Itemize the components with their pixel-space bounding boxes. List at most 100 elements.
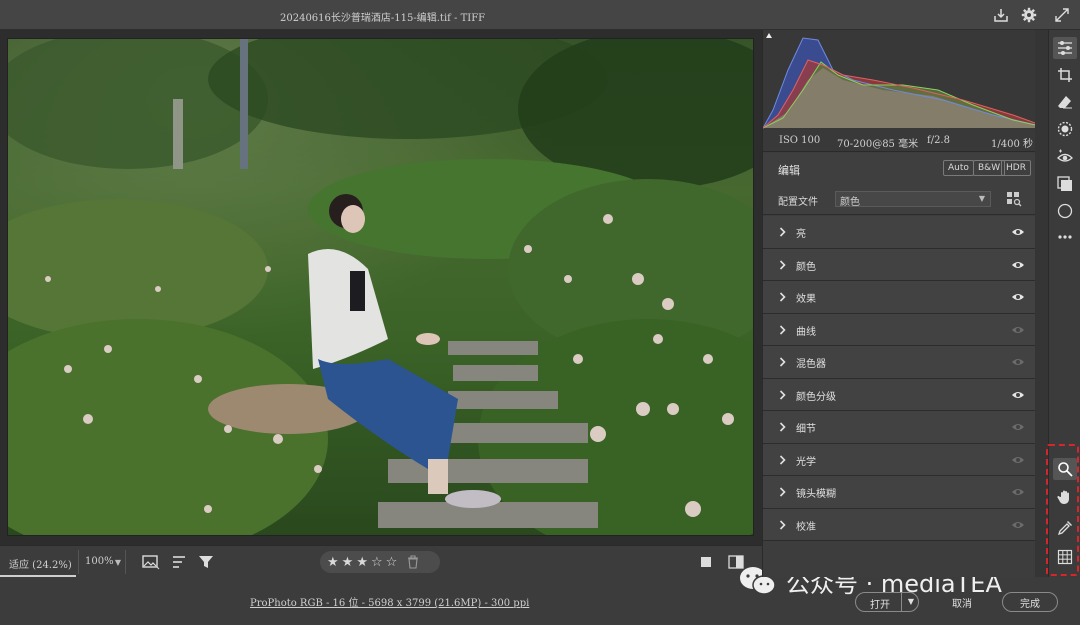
filter-icon[interactable] <box>198 554 214 570</box>
chevron-right-icon[interactable] <box>779 422 787 432</box>
section-label: 校准 <box>796 521 816 533</box>
image-canvas[interactable] <box>0 30 762 545</box>
section-label: 光学 <box>796 456 816 468</box>
remove-tool[interactable] <box>1056 93 1074 111</box>
crop-icon <box>1058 68 1072 82</box>
more-icon <box>1058 235 1072 239</box>
profile-label: 配置文件 <box>778 197 818 208</box>
chevron-down-icon: ▼ <box>114 558 121 567</box>
photo-preview[interactable] <box>7 38 754 536</box>
chevron-down-icon[interactable]: ▼ <box>908 597 914 606</box>
section-row[interactable]: 亮 <box>763 216 1035 249</box>
profile-browser-icon[interactable] <box>1006 191 1022 207</box>
masking-tool[interactable] <box>1056 120 1074 138</box>
eye-icon[interactable] <box>1011 520 1025 530</box>
redeye-tool[interactable] <box>1056 148 1074 166</box>
sort-icon[interactable] <box>172 554 188 570</box>
expand-icon[interactable] <box>1053 6 1071 24</box>
crop-tool[interactable] <box>1056 66 1074 84</box>
section-row[interactable]: 镜头模糊 <box>763 476 1035 509</box>
highlight-box <box>1046 444 1079 576</box>
presets-icon <box>1057 176 1072 191</box>
auto-button[interactable]: Auto <box>943 160 974 176</box>
eye-icon[interactable] <box>1011 422 1025 432</box>
eye-icon[interactable] <box>1011 487 1025 497</box>
chevron-down-icon: ▼ <box>978 194 985 203</box>
profile-value: 颜色 <box>840 197 860 208</box>
section-row[interactable]: 颜色分级 <box>763 378 1035 411</box>
zoom-select[interactable]: 100% ▼ <box>78 550 126 574</box>
star-1[interactable]: ★ <box>327 556 339 569</box>
section-row[interactable]: 效果 <box>763 281 1035 314</box>
profile-select[interactable]: 颜色 ▼ <box>835 191 991 208</box>
chevron-right-icon[interactable] <box>779 357 787 367</box>
presets-tool[interactable] <box>1056 175 1074 193</box>
open-button[interactable]: 打开 ▼ <box>855 592 919 612</box>
section-row[interactable]: 曲线 <box>763 313 1035 346</box>
fit-view-button[interactable]: 适应 (24.2%) <box>9 556 72 571</box>
edit-title: 编辑 <box>778 164 800 177</box>
chevron-right-icon[interactable] <box>779 324 787 335</box>
star-4[interactable]: ☆ <box>371 556 383 569</box>
eye-icon[interactable] <box>1011 390 1025 400</box>
section-row[interactable]: 光学 <box>763 443 1035 476</box>
iso-value: ISO 100 <box>779 135 821 146</box>
eye-icon[interactable] <box>1011 325 1025 335</box>
star-5[interactable]: ☆ <box>386 556 398 569</box>
aperture-value: f/2.8 <box>927 135 950 146</box>
eye-icon[interactable] <box>1011 357 1025 367</box>
single-view-icon[interactable] <box>698 554 714 570</box>
edit-panel: ISO 100 70-200@85 毫米 f/2.8 1/400 秒 编辑 Au… <box>762 30 1050 577</box>
eraser-icon <box>1058 96 1072 109</box>
chevron-right-icon[interactable] <box>779 259 787 270</box>
image-view-icon[interactable] <box>142 554 160 570</box>
redeye-icon <box>1057 149 1073 162</box>
section-label: 颜色分级 <box>796 391 836 403</box>
section-label: 亮 <box>796 229 806 240</box>
exif-bar: ISO 100 70-200@85 毫米 f/2.8 1/400 秒 <box>763 130 1049 152</box>
section-label: 曲线 <box>796 326 816 338</box>
workflow-options-link[interactable]: ProPhoto RGB - 16 位 - 5698 x 3799 (21.6M… <box>250 594 529 609</box>
eye-icon[interactable] <box>1011 260 1025 270</box>
open-label: 打开 <box>870 600 890 611</box>
window-title: 20240616长沙普瑞酒店-115-编辑.tif - TIFF <box>280 13 486 24</box>
top-bar: 20240616长沙普瑞酒店-115-编辑.tif - TIFF <box>0 0 1080 30</box>
profile-row: 配置文件 颜色 ▼ <box>763 183 1049 215</box>
status-bar: ProPhoto RGB - 16 位 - 5698 x 3799 (21.6M… <box>0 567 1080 625</box>
chevron-right-icon[interactable] <box>779 227 787 237</box>
chevron-right-icon[interactable] <box>779 487 787 497</box>
done-button[interactable]: 完成 <box>1002 592 1058 612</box>
snapshots-tool[interactable] <box>1056 202 1074 220</box>
rating-stars[interactable]: ★ ★ ★ ☆ ☆ <box>320 551 440 573</box>
section-row[interactable]: 校准 <box>763 508 1035 541</box>
star-3[interactable]: ★ <box>356 556 368 569</box>
edit-header: 编辑 Auto B&W HDR <box>763 153 1049 183</box>
open-split <box>901 593 902 611</box>
section-label: 颜色 <box>796 261 816 273</box>
chevron-right-icon[interactable] <box>779 519 787 530</box>
star-2[interactable]: ★ <box>342 556 354 569</box>
gear-icon[interactable] <box>1020 6 1038 24</box>
edit-sections: 亮颜色效果曲线混色器颜色分级细节光学镜头模糊校准 <box>763 216 1035 541</box>
trash-icon[interactable] <box>406 555 420 569</box>
hdr-button[interactable]: HDR <box>1001 160 1031 176</box>
chevron-right-icon[interactable] <box>779 292 787 302</box>
section-row[interactable]: 混色器 <box>763 346 1035 379</box>
section-label: 效果 <box>796 294 816 305</box>
section-label: 镜头模糊 <box>796 489 836 500</box>
section-row[interactable]: 细节 <box>763 411 1035 444</box>
edit-tool[interactable] <box>1053 37 1077 59</box>
chevron-right-icon[interactable] <box>779 389 787 400</box>
cancel-button[interactable]: 取消 <box>940 592 984 612</box>
eye-icon[interactable] <box>1011 455 1025 465</box>
eye-icon[interactable] <box>1011 292 1025 302</box>
section-label: 细节 <box>796 424 816 435</box>
section-row[interactable]: 颜色 <box>763 248 1035 281</box>
more-tool[interactable] <box>1056 228 1074 246</box>
chevron-right-icon[interactable] <box>779 454 787 465</box>
save-icon[interactable] <box>992 6 1010 24</box>
eye-icon[interactable] <box>1011 227 1025 237</box>
image-toolbar: 适应 (24.2%) 100% ▼ ★ ★ ★ ☆ ☆ <box>0 545 762 577</box>
histogram[interactable] <box>762 30 1050 130</box>
zoom-value: 100% <box>85 556 114 567</box>
